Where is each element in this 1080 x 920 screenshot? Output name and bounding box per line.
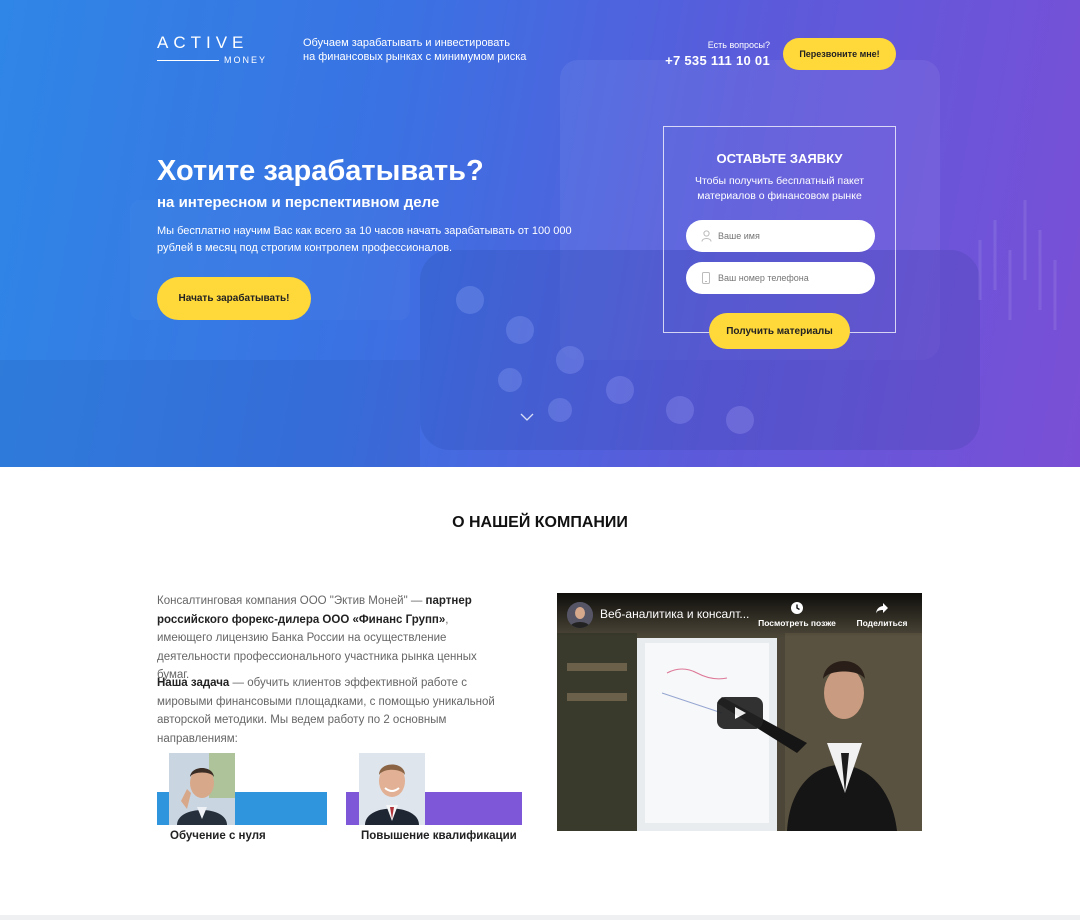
play-button[interactable] xyxy=(717,697,763,729)
video-player[interactable]: Веб-аналитика и консалт... Посмотреть по… xyxy=(557,593,922,831)
logo-subtext: MONEY xyxy=(223,55,267,65)
play-icon xyxy=(735,707,746,719)
header-contact: Есть вопросы? +7 535 111 10 01 xyxy=(665,40,770,68)
footer-divider xyxy=(0,915,1080,920)
user-icon xyxy=(700,230,712,242)
watch-later-label: Посмотреть позже xyxy=(758,618,836,628)
tagline-line-1: Обучаем зарабатывать и инвестировать xyxy=(303,37,510,49)
about-paragraph-1: Консалтинговая компания ООО "Эктив Моней… xyxy=(157,592,507,685)
form-subtitle-line-2: материалов о финансовом рынке xyxy=(697,190,862,202)
phone-input[interactable] xyxy=(718,273,868,283)
header-tagline: Обучаем зарабатывать и инвестировать на … xyxy=(303,36,543,64)
hero-section: ACTIVE MONEY Обучаем зарабатывать и инве… xyxy=(0,0,1080,467)
direction-label: Повышение квалификации xyxy=(361,830,517,842)
watch-later-button[interactable]: Посмотреть позже xyxy=(757,601,837,628)
logo-underline xyxy=(157,60,219,61)
tagline-line-2: на финансовых рынках с минимумом риска xyxy=(303,51,527,63)
about-paragraph-2: Наша задача — обучить клиентов эффективн… xyxy=(157,674,507,748)
direction-label: Обучение с нуля xyxy=(170,830,266,842)
scroll-down-chevron-icon[interactable] xyxy=(520,410,534,424)
hero-title: Хотите зарабатывать? xyxy=(157,155,484,187)
form-subtitle-line-1: Чтобы получить бесплатный пакет xyxy=(694,175,865,187)
share-icon xyxy=(852,601,912,617)
start-earning-button[interactable]: Начать зарабатывать! xyxy=(157,277,311,320)
video-title[interactable]: Веб-аналитика и консалт... xyxy=(600,607,760,621)
share-label: Поделиться xyxy=(856,618,908,628)
get-materials-button[interactable]: Получить материалы xyxy=(709,313,850,349)
name-input[interactable] xyxy=(718,231,868,241)
direction-photo xyxy=(169,753,235,825)
phone-icon xyxy=(700,272,712,284)
about-section-title: О НАШЕЙ КОМПАНИИ xyxy=(452,514,628,531)
lead-form: ОСТАВЬТЕ ЗАЯВКУ Чтобы получить бесплатны… xyxy=(663,126,896,333)
direction-photo xyxy=(359,753,425,825)
phone-number[interactable]: +7 535 111 10 01 xyxy=(665,53,770,68)
phone-field[interactable] xyxy=(686,262,875,294)
name-field[interactable] xyxy=(686,220,875,252)
channel-avatar[interactable] xyxy=(567,602,593,628)
form-title: ОСТАВЬТЕ ЗАЯВКУ xyxy=(716,151,843,166)
form-subtitle: Чтобы получить бесплатный пакет материал… xyxy=(664,174,895,204)
hero-subtitle: на интересном и перспективном деле xyxy=(157,194,440,211)
hero-description: Мы бесплатно научим Вас как всего за 10 … xyxy=(157,225,572,254)
share-button[interactable]: Поделиться xyxy=(852,601,912,628)
logo[interactable]: ACTIVE MONEY xyxy=(157,34,269,68)
clock-icon xyxy=(757,601,837,617)
callback-button[interactable]: Перезвоните мне! xyxy=(783,38,896,70)
logo-wordmark: ACTIVE xyxy=(157,33,249,52)
about-p2-bold: Наша задача xyxy=(157,677,230,689)
contact-question: Есть вопросы? xyxy=(707,40,770,50)
about-p1-text-a: Консалтинговая компания ООО "Эктив Моней… xyxy=(157,595,426,607)
